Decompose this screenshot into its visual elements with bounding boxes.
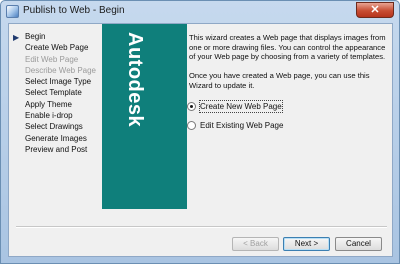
window-title: Publish to Web - Begin [23, 5, 125, 16]
step-select-drawings[interactable]: Select Drawings [25, 121, 96, 132]
wizard-body: ▶ Begin Create Web Page Edit Web Page De… [8, 23, 393, 257]
create-new-radio[interactable] [187, 102, 196, 111]
next-button[interactable]: Next > [283, 237, 330, 251]
step-begin[interactable]: Begin [25, 31, 96, 42]
app-icon [6, 5, 19, 18]
step-select-template[interactable]: Select Template [25, 87, 96, 98]
step-create-web-page[interactable]: Create Web Page [25, 42, 96, 53]
edit-existing-radio[interactable] [187, 121, 196, 130]
create-new-label[interactable]: Create New Web Page [199, 100, 283, 113]
step-enable-idrop[interactable]: Enable i-drop [25, 110, 96, 121]
autodesk-banner: Autodesk [102, 24, 187, 209]
edit-existing-label[interactable]: Edit Existing Web Page [200, 120, 283, 131]
step-edit-web-page: Edit Web Page [25, 54, 79, 64]
footer-divider [16, 226, 387, 228]
step-generate-images[interactable]: Generate Images [25, 133, 96, 144]
current-step-arrow-icon: ▶ [13, 33, 20, 42]
step-select-image-type[interactable]: Select Image Type [25, 76, 96, 87]
autodesk-logo: Autodesk [124, 32, 146, 128]
step-describe-web-page: Describe Web Page [25, 65, 96, 75]
back-button: < Back [232, 237, 279, 251]
title-bar[interactable]: Publish to Web - Begin ✕ [1, 1, 399, 23]
close-button[interactable]: ✕ [356, 2, 394, 18]
wizard-description: This wizard creates a Web page that disp… [189, 33, 386, 62]
step-preview-and-post[interactable]: Preview and Post [25, 144, 96, 155]
wizard-window: Publish to Web - Begin ✕ ▶ Begin Create … [0, 0, 400, 264]
wizard-update-note: Once you have created a Web page, you ca… [189, 71, 370, 90]
cancel-button[interactable]: Cancel [335, 237, 382, 251]
steps-list: Begin Create Web Page Edit Web Page Desc… [25, 31, 96, 155]
step-apply-theme[interactable]: Apply Theme [25, 99, 96, 110]
